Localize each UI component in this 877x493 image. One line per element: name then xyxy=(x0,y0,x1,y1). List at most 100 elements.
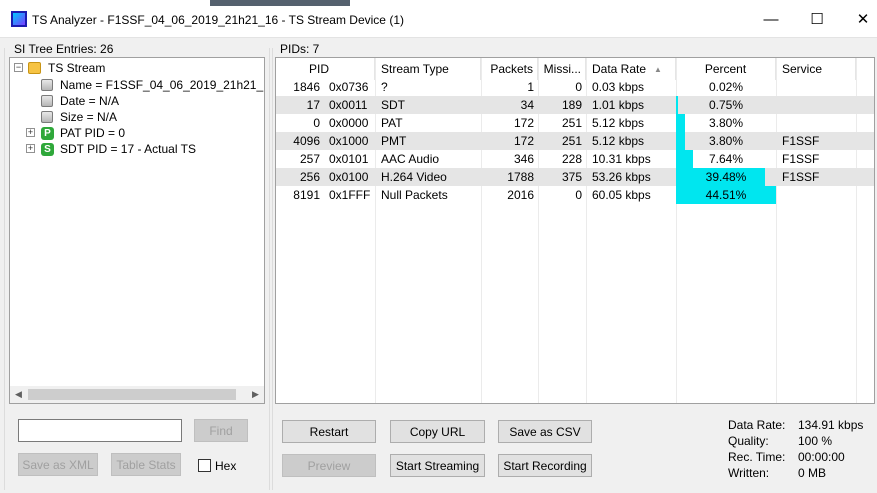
save-as-csv-button[interactable]: Save as CSV xyxy=(498,420,592,443)
si-tree[interactable]: − TS Stream Name = F1SSF_04_06_2019_21h21_… xyxy=(9,57,265,404)
minimize-button[interactable]: — xyxy=(748,0,794,38)
packets-cell: 34 xyxy=(520,98,534,112)
hex-checkbox[interactable] xyxy=(198,459,211,472)
percent-cell: 39.48% xyxy=(676,168,776,186)
expand-icon[interactable]: + xyxy=(26,128,35,137)
tree-item[interactable]: + P PAT PID = 0 xyxy=(26,125,125,141)
pid-hex-cell: 0x0736 xyxy=(329,80,369,94)
s-icon: S xyxy=(41,142,54,156)
table-row[interactable]: 1846 0x0736? 1 0 0.03 kbps 0.02% xyxy=(276,78,874,96)
service-cell xyxy=(782,186,856,204)
table-row[interactable]: 17 0x0011 SDT 34 189 1.01 kbps 0.75% xyxy=(276,96,874,114)
packets-cell: 1788 xyxy=(507,170,534,184)
pid-cell: 256 xyxy=(299,170,320,184)
tree-item[interactable]: − TS Stream xyxy=(14,60,106,76)
column-header[interactable]: Data Rate ▲ xyxy=(586,58,676,80)
pid-hex-cell: 0x0100 xyxy=(329,170,369,184)
background-window-strip xyxy=(210,0,350,6)
data-rate-cell: 5.12 kbps xyxy=(592,116,645,130)
rec-time-label: Rec. Time: xyxy=(728,450,786,464)
title-bar: TS Analyzer - F1SSF_04_06_2019_21h21_16 … xyxy=(0,0,877,38)
search-input[interactable] xyxy=(18,419,182,442)
maximize-button[interactable]: ☐ xyxy=(794,0,840,38)
preview-button[interactable]: Preview xyxy=(282,454,376,477)
packets-cell: 2016 xyxy=(507,188,534,202)
horizontal-scrollbar[interactable]: ◀ ▶ xyxy=(10,386,264,403)
start-recording-button[interactable]: Start Recording xyxy=(498,454,592,477)
column-header-label: Packets xyxy=(490,62,533,76)
percent-cell: 0.75% xyxy=(676,96,776,114)
table-row[interactable]: 257 0x0101 AAC Audio 346 228 10.31 kbps 7.64% F… xyxy=(276,150,874,168)
percent-cell: 0.02% xyxy=(676,78,776,96)
column-header-label: Stream Type xyxy=(381,62,449,76)
pid-hex-cell: 0x0000 xyxy=(329,116,369,130)
column-header-label: Percent xyxy=(704,62,747,76)
pid-hex-cell: 0x1000 xyxy=(329,134,369,148)
table-stats-button[interactable]: Table Stats xyxy=(111,453,181,476)
table-row[interactable]: 8191 0x1FFF Null Packets 2016 0 60.05 kbps 44.… xyxy=(276,186,874,204)
column-header[interactable]: Service xyxy=(776,58,856,80)
data-rate-cell: 5.12 kbps xyxy=(592,134,645,148)
pid-cell: 257 xyxy=(299,152,320,166)
column-header[interactable]: Packets xyxy=(481,58,538,80)
tree-item[interactable]: Date = N/A xyxy=(41,93,119,109)
find-button[interactable]: Find xyxy=(194,419,248,442)
scroll-right-icon[interactable]: ▶ xyxy=(247,386,264,403)
table-row[interactable]: 4096 0x1000 PMT 172 251 5.12 kbps 3.80% F1SSF xyxy=(276,132,874,150)
table-row[interactable]: 0 0x0000 PAT 172 251 5.12 kbps 3.80% xyxy=(276,114,874,132)
stream-type-cell: AAC Audio xyxy=(381,152,440,166)
percent-text: 7.64% xyxy=(708,152,744,166)
stream-type-cell: PMT xyxy=(381,134,407,148)
pid-cell: 17 xyxy=(306,98,320,112)
tree-item[interactable]: Name = F1SSF_04_06_2019_21h21_16.T xyxy=(41,77,265,93)
percent-text: 0.02% xyxy=(708,80,744,94)
leaf-icon xyxy=(41,95,53,107)
copy-url-button[interactable]: Copy URL xyxy=(390,420,485,443)
column-header[interactable]: PID xyxy=(276,58,375,80)
right-group-border xyxy=(272,48,273,490)
expand-icon[interactable]: + xyxy=(26,144,35,153)
left-group-border xyxy=(4,48,5,490)
missing-cell: 251 xyxy=(561,134,582,148)
table-row[interactable]: 256 0x0100 H.264 Video 1788 375 53.26 kbps 39.… xyxy=(276,168,874,186)
column-header-label: Missi... xyxy=(543,62,581,76)
written-label: Written: xyxy=(728,466,770,480)
missing-cell: 0 xyxy=(575,80,582,94)
percent-bar xyxy=(676,132,685,150)
service-cell: F1SSF xyxy=(782,152,820,166)
percent-text: 44.51% xyxy=(705,188,747,202)
table-header: PID Stream Type Packets Missi... Data Rate ▲ P… xyxy=(276,58,874,80)
scroll-left-icon[interactable]: ◀ xyxy=(10,386,27,403)
pid-cell: 0 xyxy=(313,116,320,130)
window-title: TS Analyzer - F1SSF_04_06_2019_21h21_16 … xyxy=(32,13,404,27)
tree-item-label: TS Stream xyxy=(48,61,106,75)
percent-text: 0.75% xyxy=(708,98,744,112)
left-group-border-right xyxy=(269,48,270,490)
missing-cell: 0 xyxy=(575,188,582,202)
percent-bar xyxy=(676,96,678,114)
leaf-icon xyxy=(41,79,53,91)
save-as-xml-button[interactable]: Save as XML xyxy=(18,453,98,476)
pids-header: PIDs: 7 xyxy=(280,42,320,56)
close-button[interactable]: ✕ xyxy=(840,0,877,38)
tree-item-label: Date = N/A xyxy=(60,94,120,108)
packets-cell: 172 xyxy=(513,134,534,148)
tree-item[interactable]: + S SDT PID = 17 - Actual TS xyxy=(26,141,196,157)
data-rate-label: Data Rate: xyxy=(728,418,786,432)
service-cell xyxy=(782,78,856,96)
data-rate-value: 134.91 kbps xyxy=(798,418,864,432)
tree-item-label: SDT PID = 17 - Actual TS xyxy=(60,142,196,156)
data-rate-cell: 10.31 kbps xyxy=(592,152,651,166)
stream-type-cell: Null Packets xyxy=(381,188,448,202)
start-streaming-button[interactable]: Start Streaming xyxy=(390,454,485,477)
restart-button[interactable]: Restart xyxy=(282,420,376,443)
scroll-thumb[interactable] xyxy=(28,389,236,400)
collapse-icon[interactable]: − xyxy=(14,63,23,72)
tree-item-label: Name = F1SSF_04_06_2019_21h21_16.T xyxy=(60,78,265,92)
tree-item[interactable]: Size = N/A xyxy=(41,109,117,125)
column-header[interactable]: Stream Type xyxy=(375,58,481,80)
packets-cell: 1 xyxy=(527,80,534,94)
column-header[interactable]: Missi... xyxy=(538,58,586,80)
column-header[interactable]: Percent xyxy=(676,58,776,80)
pid-table[interactable]: PID Stream Type Packets Missi... Data Rate ▲ P… xyxy=(275,57,875,404)
